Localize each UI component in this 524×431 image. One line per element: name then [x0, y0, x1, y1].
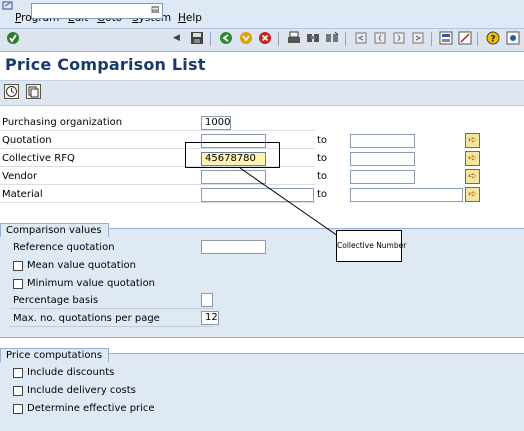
- callout-line: [239, 167, 339, 237]
- annotation-note: Collective Number: [336, 230, 406, 262]
